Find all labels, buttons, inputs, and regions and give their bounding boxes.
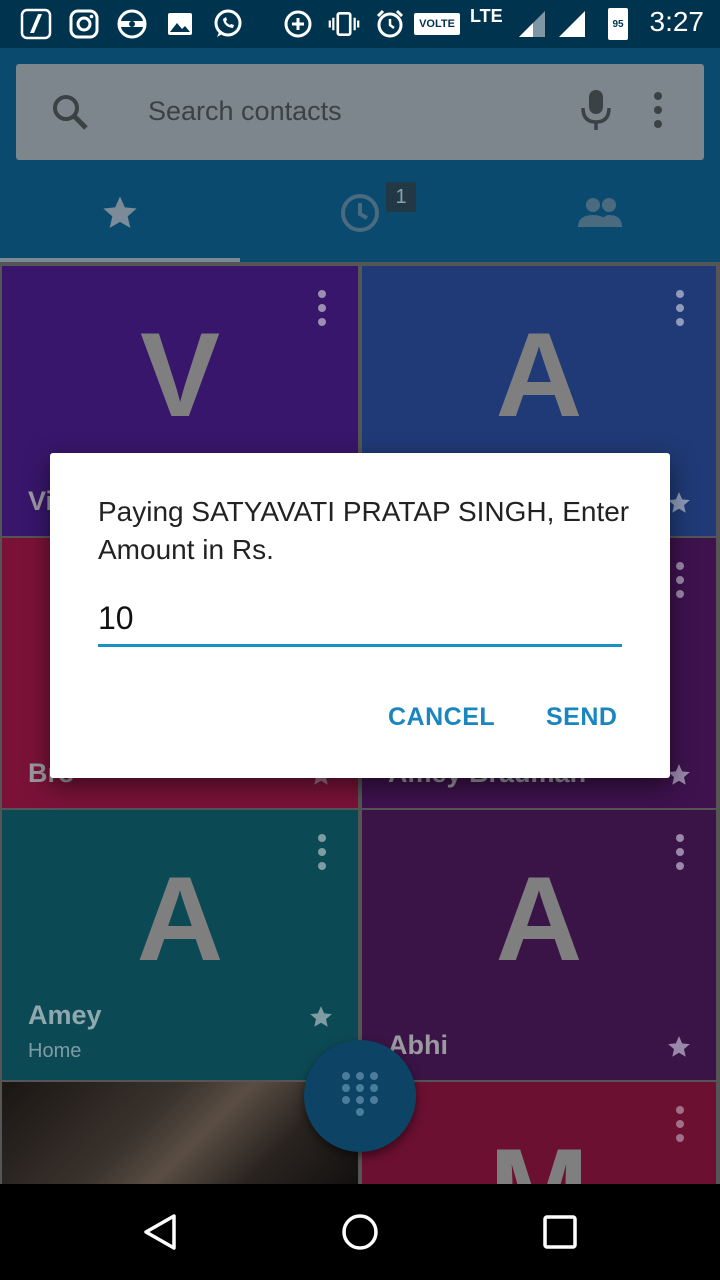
contact-initial: A bbox=[495, 308, 583, 442]
recents-icon[interactable] bbox=[536, 1208, 584, 1256]
star-icon[interactable] bbox=[308, 1004, 334, 1030]
contact-tile[interactable]: A Amey Home bbox=[2, 810, 358, 1080]
app-icon bbox=[20, 8, 52, 40]
app-header: Search contacts 1 bbox=[0, 48, 720, 262]
home-icon[interactable] bbox=[336, 1208, 384, 1256]
star-icon bbox=[100, 193, 140, 238]
search-input[interactable]: Search contacts bbox=[148, 96, 342, 127]
dialog-message: Paying SATYAVATI PRATAP SINGH, Enter Amo… bbox=[98, 496, 630, 565]
gallery-icon bbox=[164, 8, 196, 40]
contact-initial: V bbox=[139, 308, 221, 442]
lte-indicator: LTE bbox=[470, 6, 503, 26]
mic-icon[interactable] bbox=[578, 88, 614, 132]
contact-label: Home bbox=[28, 1040, 82, 1062]
more-options-icon[interactable] bbox=[646, 90, 670, 130]
search-icon[interactable] bbox=[50, 92, 90, 132]
tab-contacts[interactable] bbox=[480, 168, 720, 262]
tab-favorites[interactable] bbox=[0, 168, 240, 262]
volte-indicator: VOLTE bbox=[414, 13, 460, 35]
contact-initial: A bbox=[495, 852, 583, 986]
more-options-icon[interactable] bbox=[668, 1104, 692, 1144]
dialpad-icon bbox=[338, 1068, 382, 1125]
back-icon[interactable] bbox=[136, 1208, 184, 1256]
contact-name: Amey bbox=[28, 1000, 102, 1030]
alarm-icon bbox=[374, 8, 406, 40]
more-options-icon[interactable] bbox=[310, 832, 334, 872]
tab-recents[interactable] bbox=[240, 168, 480, 262]
search-bar[interactable]: Search contacts bbox=[16, 64, 704, 160]
payment-dialog: Paying SATYAVATI PRATAP SINGH, Enter Amo… bbox=[50, 453, 670, 778]
amount-input[interactable] bbox=[98, 593, 622, 647]
contact-initial: A bbox=[136, 852, 224, 986]
navigation-bar bbox=[0, 1184, 720, 1280]
dialpad-button[interactable] bbox=[304, 1040, 416, 1152]
sync-icon bbox=[116, 8, 148, 40]
data-saver-icon bbox=[282, 8, 314, 40]
clock-icon bbox=[338, 191, 382, 240]
battery-icon: 95 bbox=[608, 8, 628, 40]
more-options-icon[interactable] bbox=[310, 288, 334, 328]
more-options-icon[interactable] bbox=[668, 288, 692, 328]
instagram-icon bbox=[68, 8, 100, 40]
cancel-button[interactable]: CANCEL bbox=[388, 703, 495, 732]
signal-icon bbox=[556, 8, 588, 40]
contact-tile[interactable]: A Abhi bbox=[362, 810, 716, 1080]
people-icon bbox=[576, 195, 624, 236]
whatsapp-icon bbox=[212, 8, 244, 40]
more-options-icon[interactable] bbox=[668, 560, 692, 600]
recents-count-badge: 1 bbox=[386, 182, 416, 212]
clock: 3:27 bbox=[649, 6, 705, 37]
status-bar: VOLTE LTE 95 3:27 bbox=[0, 0, 720, 48]
signal-icon bbox=[516, 8, 548, 40]
send-button[interactable]: SEND bbox=[546, 703, 617, 732]
vibrate-icon bbox=[328, 8, 360, 40]
more-options-icon[interactable] bbox=[668, 832, 692, 872]
star-icon[interactable] bbox=[666, 1034, 692, 1060]
contact-initial: M bbox=[362, 1122, 716, 1184]
